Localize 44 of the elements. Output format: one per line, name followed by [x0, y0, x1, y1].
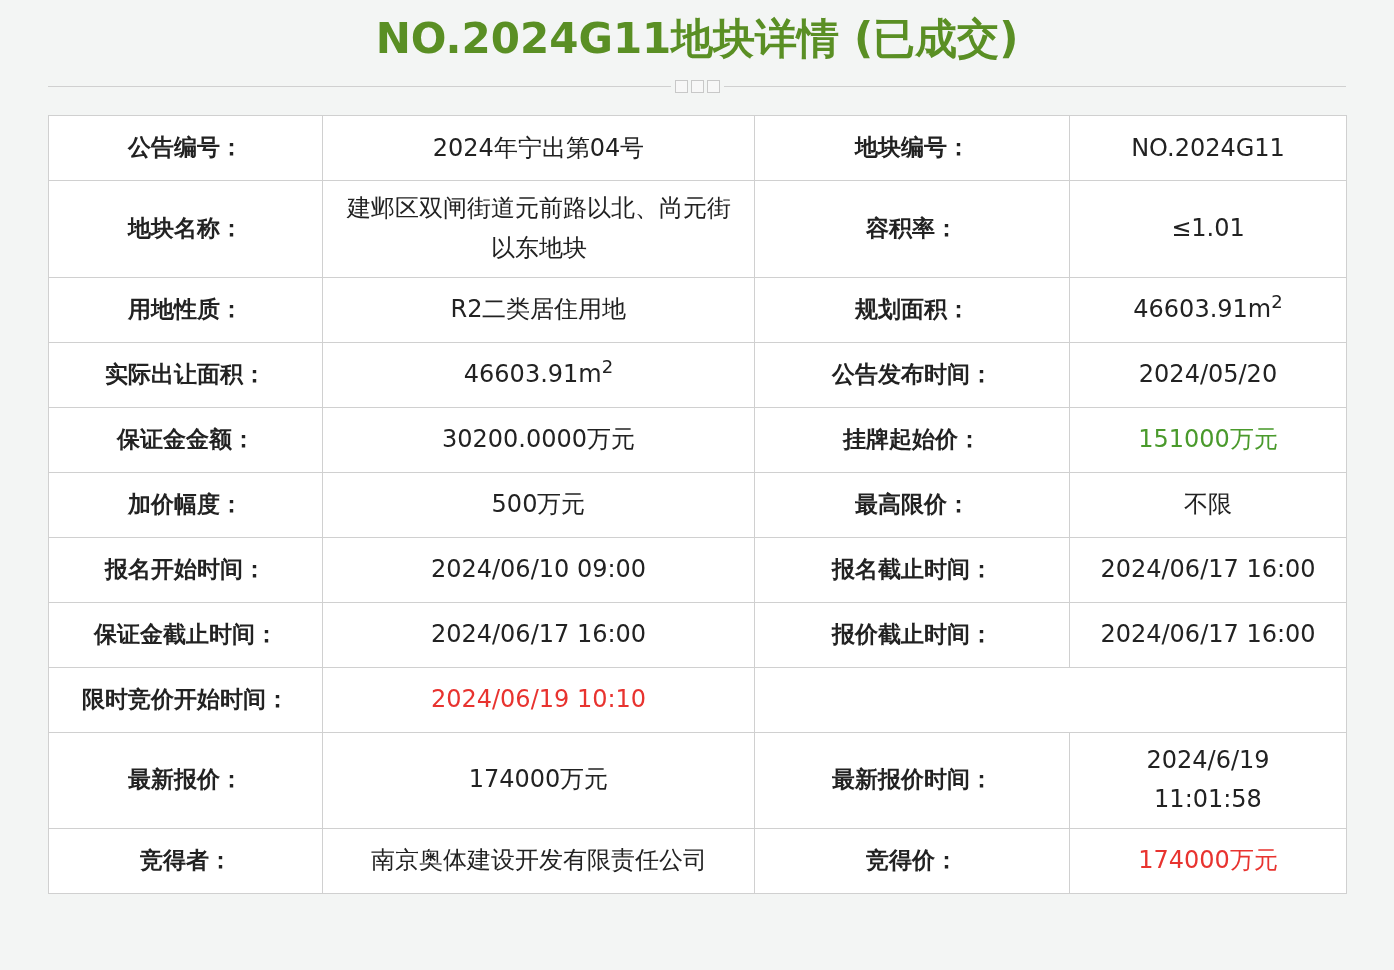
field-value: 2024/6/19 11:01:58 — [1146, 745, 1270, 814]
field-label: 报价截止时间： — [831, 620, 993, 647]
field-value: 174000万元 — [468, 765, 609, 794]
field-value: NO.2024G11 — [1131, 133, 1285, 162]
field-label: 竞得价： — [866, 846, 958, 873]
field-value: 46603.91m$^{2}$ — [1133, 294, 1283, 323]
field-value: 46603.91m$^{2}$ — [463, 359, 614, 388]
field-label: 地块名称： — [128, 215, 243, 241]
field-value: 2024/06/10 09:00 — [430, 554, 647, 583]
field-value: ≤1.01 — [1171, 214, 1245, 243]
field-label: 实际出让面积： — [105, 360, 266, 387]
field-label: 加价幅度： — [128, 490, 243, 517]
field-value: 500万元 — [491, 489, 586, 518]
field-value: 建邺区双闸街道元前路以北、尚元街以东地块 — [346, 194, 731, 262]
field-label: 保证金金额： — [116, 425, 255, 452]
field-label: 容积率： — [866, 215, 958, 241]
field-value: 2024/06/17 16:00 — [1100, 554, 1316, 583]
divider-ornament-icon — [674, 80, 720, 94]
field-value: 2024/06/19 10:10 — [430, 684, 647, 713]
field-label: 保证金截止时间： — [93, 620, 278, 647]
field-label: 竞得者： — [139, 846, 232, 873]
page-title: NO.2024G11地块详情 (已成交) — [374, 13, 1020, 65]
field-value: 151000万元 — [1138, 424, 1278, 453]
field-value: 2024/06/17 16:00 — [1100, 619, 1316, 648]
field-label: 挂牌起始价： — [843, 425, 981, 452]
field-value: R2二类居住用地 — [450, 294, 627, 323]
field-value: 2024年宁出第04号 — [432, 133, 645, 162]
field-label: 公告编号： — [128, 134, 243, 161]
field-value: 2024/05/20 — [1138, 359, 1278, 388]
field-label: 地块编号： — [854, 134, 970, 161]
field-label: 报名开始时间： — [105, 555, 266, 582]
field-label: 用地性质： — [128, 295, 243, 322]
field-label: 公告发布时间： — [831, 360, 993, 387]
field-value: 30200.0000万元 — [441, 424, 636, 453]
field-label: 报名截止时间： — [831, 555, 993, 582]
field-label: 最新报价： — [128, 766, 243, 793]
field-label: 最高限价： — [854, 490, 970, 517]
field-value: 174000万元 — [1138, 845, 1278, 874]
field-label: 最新报价时间： — [831, 766, 993, 793]
field-value: 2024/06/17 16:00 — [430, 619, 647, 648]
field-value: 南京奥体建设开发有限责任公司 — [370, 845, 707, 874]
field-label: 规划面积： — [854, 295, 970, 322]
field-value: 不限 — [1184, 489, 1232, 518]
field-label: 限时竞价开始时间： — [82, 685, 289, 712]
